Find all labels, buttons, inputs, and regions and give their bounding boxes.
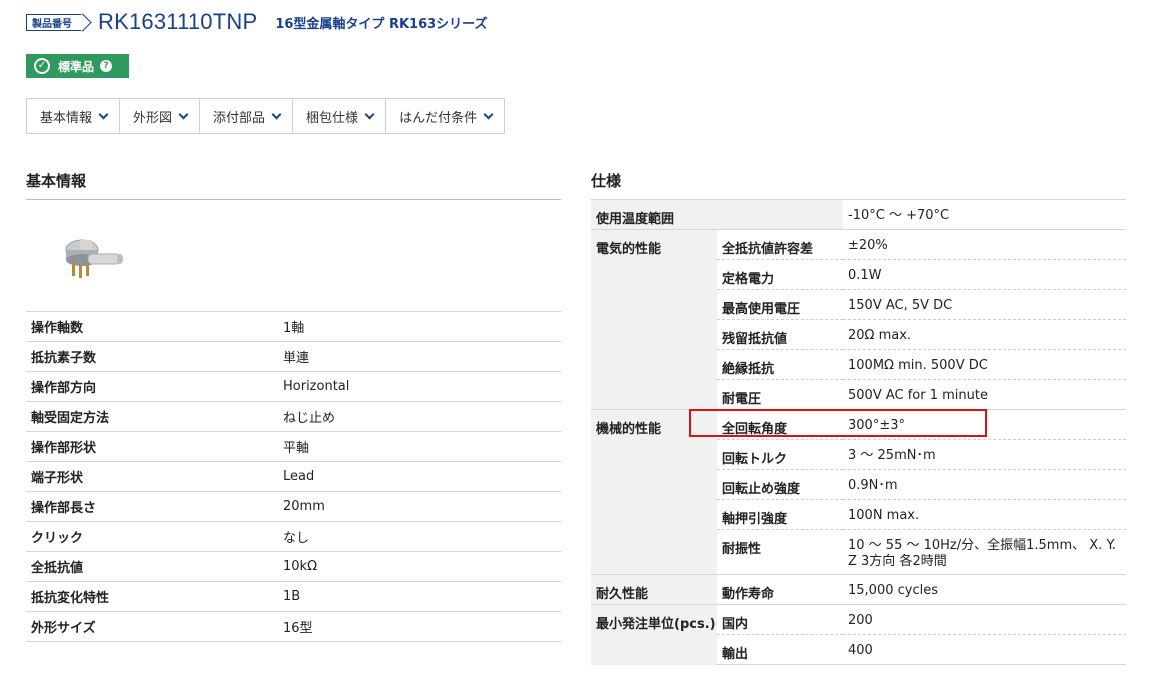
spec-group: 最小発注単位(pcs.) [591,604,717,665]
table-row: 最小発注単位(pcs.) 国内 200 [591,604,1126,665]
spec-label: 端子形状 [26,461,278,492]
spec-group: 使用温度範囲 [591,199,717,230]
spec-value: 100MΩ min. 500V DC [843,349,1126,380]
spec-label: 外形サイズ [26,611,278,642]
table-row: 操作部形状 平軸 [26,431,561,462]
spec-sub [717,199,843,230]
standard-badge-label: 標準品 [58,59,95,74]
spec-sub: 回転トルク [717,439,843,470]
spec-value: 3 〜 25mN･m [843,439,1126,470]
spec-value: -10°C 〜 +70°C [843,199,1126,230]
product-image [65,239,123,278]
spec-sub: 軸押引強度 [717,499,843,530]
spec-label: 操作軸数 [26,311,278,342]
spec-value: ねじ止め [278,401,561,432]
spec-value: 400 [843,634,1126,665]
table-row: 電気的性能 全抵抗値許容差 ±20% [591,229,1126,410]
spec-value: 単連 [278,341,561,372]
spec-sub: 国内 [717,604,843,635]
section-tabs: 基本情報 外形図 添付部品 梱包仕様 はんだ付条件 [26,98,506,134]
spec-value: ±20% [843,229,1126,260]
check-circle-icon: ✓ [34,58,50,74]
spec-group: 電気的性能 [591,229,717,410]
table-row: 操作部長さ 20mm [26,491,561,522]
table-row: 抵抗変化特性 1B [26,581,561,612]
series-link[interactable]: 16型金属軸タイプ RK163シリーズ [275,13,487,32]
table-row: 端子形状 Lead [26,461,561,492]
spec-label: 全抵抗値 [26,551,278,582]
chevron-down-icon [271,109,282,119]
basic-info-table: 操作軸数 1軸 抵抗素子数 単連 操作部方向 Horizontal 軸受固定方法 ねじ止… [26,311,561,642]
spec-value: 平軸 [278,431,561,462]
spec-value: Lead [278,461,561,492]
spec-value: 200 [843,604,1126,635]
help-icon[interactable]: ? [100,60,113,72]
spec-value: 15,000 cycles [843,574,1126,605]
spec-sub: 残留抵抗値 [717,319,843,350]
table-row: 使用温度範囲 -10°C 〜 +70°C [591,199,1126,230]
chevron-down-icon [364,109,375,119]
table-row: 抵抗素子数 単連 [26,341,561,372]
spec-sub: 耐電圧 [717,379,843,410]
spec-label: 抵抗変化特性 [26,581,278,612]
spec-value: 1B [278,581,561,612]
spec-label: 操作部方向 [26,371,278,402]
tab-label: はんだ付条件 [399,110,478,126]
table-row: 操作軸数 1軸 [26,311,561,342]
spec-value: 10kΩ [278,551,561,582]
table-row: クリック なし [26,521,561,552]
spec-value: 1軸 [278,311,561,342]
spec-sub: 動作寿命 [717,574,843,605]
table-row: 操作部方向 Horizontal [26,371,561,402]
tab-outline[interactable]: 外形図 [120,99,201,133]
spec-title: 仕様 [591,172,622,190]
table-row: 外形サイズ 16型 [26,611,561,642]
spec-value: 20Ω max. [843,319,1126,350]
spec-value: 100N max. [843,499,1126,530]
spec-value: 500V AC for 1 minute [843,379,1126,410]
table-row: 軸受固定方法 ねじ止め [26,401,561,432]
spec-label: 軸受固定方法 [26,401,278,432]
spec-label: 抵抗素子数 [26,341,278,372]
basic-info-title: 基本情報 [26,172,87,190]
spec-value: なし [278,521,561,552]
divider [26,199,561,200]
spec-label: クリック [26,521,278,552]
spec-sub: 輸出 [717,634,843,665]
highlight-box [689,409,987,437]
spec-value: Horizontal [278,371,561,402]
spec-value: 10 〜 55 〜 10Hz/分、全振幅1.5mm、 X. Y. Z 3方向 各… [843,529,1126,575]
spec-sub: 定格電力 [717,259,843,290]
tab-label: 梱包仕様 [306,110,359,126]
tab-accessories[interactable]: 添付部品 [200,99,294,133]
tab-packing[interactable]: 梱包仕様 [293,99,387,133]
table-row: 耐久性能 動作寿命 15,000 cycles [591,574,1126,605]
spec-label: 操作部形状 [26,431,278,462]
spec-value: 0.9N･m [843,469,1126,500]
chevron-down-icon [178,109,189,119]
standard-badge: ✓ 標準品 ? [26,54,129,78]
tab-soldering[interactable]: はんだ付条件 [386,99,504,133]
tab-basic-info[interactable]: 基本情報 [27,99,121,133]
tab-label: 添付部品 [213,110,266,126]
page-header: 製品番号 RK1631110TNP 16型金属軸タイプ RK163シリーズ [26,8,488,36]
part-number-tag: 製品番号 [26,13,82,31]
spec-sub: 最高使用電圧 [717,289,843,320]
chevron-down-icon [98,109,109,119]
part-number: RK1631110TNP [98,9,258,34]
spec-group: 耐久性能 [591,574,717,605]
chevron-down-icon [483,109,494,119]
spec-value: 16型 [278,611,561,642]
spec-label: 操作部長さ [26,491,278,522]
spec-value: 20mm [278,491,561,522]
tab-label: 基本情報 [40,110,93,126]
spec-sub: 全抵抗値許容差 [717,229,843,260]
spec-sub: 耐振性 [717,529,843,575]
spec-sub: 回転止め強度 [717,469,843,500]
spec-value: 0.1W [843,259,1126,290]
spec-sub: 絶縁抵抗 [717,349,843,380]
tab-label: 外形図 [133,110,173,126]
table-row: 全抵抗値 10kΩ [26,551,561,582]
spec-value: 150V AC, 5V DC [843,289,1126,320]
